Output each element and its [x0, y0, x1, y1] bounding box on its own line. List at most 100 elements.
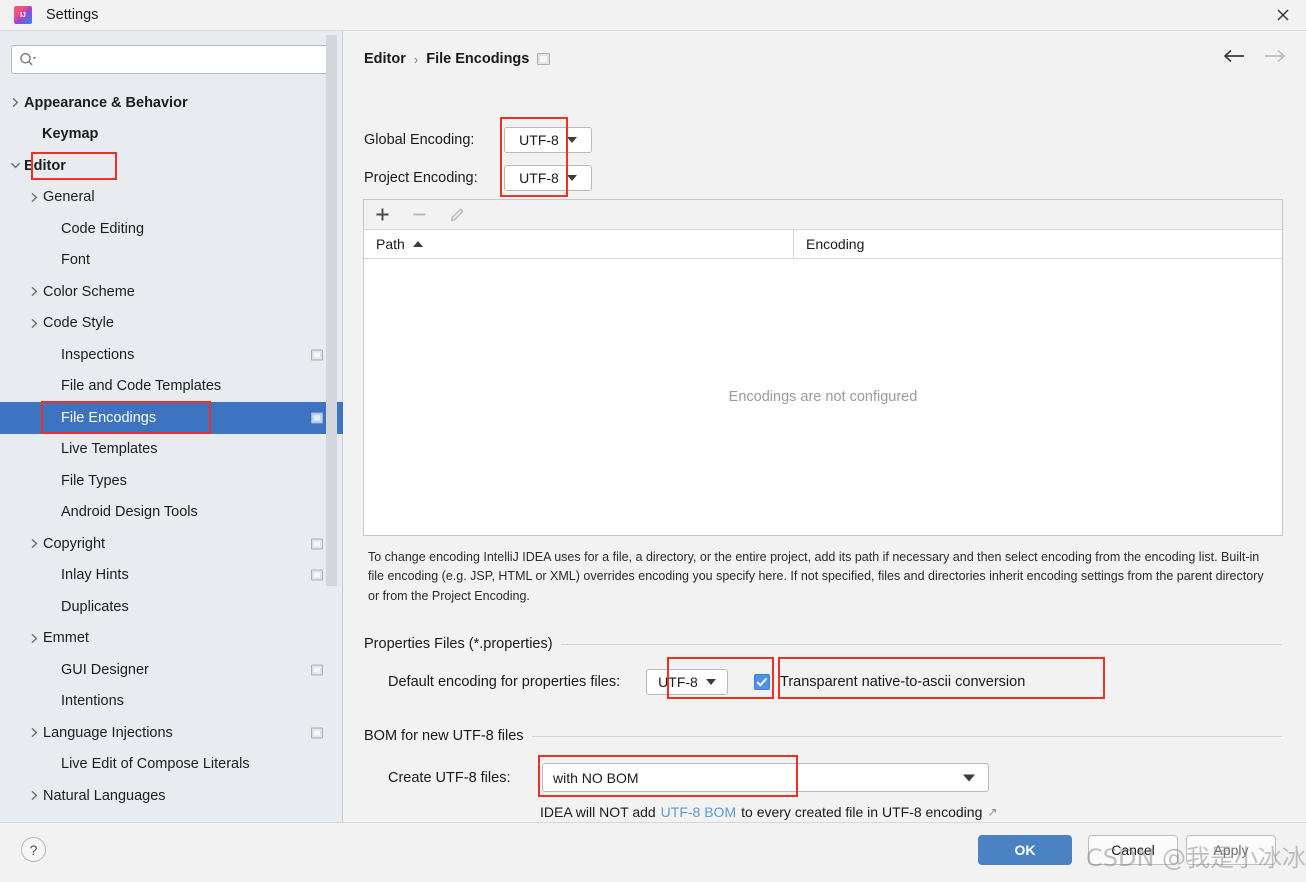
tree-indent-spacer: [43, 434, 61, 466]
sidebar-item-live-edit-of-compose-literals[interactable]: Live Edit of Compose Literals: [0, 749, 343, 781]
help-button[interactable]: ?: [21, 837, 46, 862]
tree-indent-spacer: [24, 119, 42, 151]
sidebar-item-code-editing[interactable]: Code Editing: [0, 213, 343, 245]
sidebar-item-emmet[interactable]: Emmet: [0, 623, 343, 655]
search-field-wrapper: [11, 45, 331, 74]
sidebar-item-appearance-behavior[interactable]: Appearance & Behavior: [0, 87, 343, 119]
bom-create-value: with NO BOM: [553, 770, 639, 786]
sidebar-item-natural-languages[interactable]: Natural Languages: [0, 780, 343, 812]
sidebar-item-label: Keymap: [42, 126, 98, 142]
sidebar-item-label: Live Edit of Compose Literals: [61, 756, 250, 772]
sidebar-item-inspections[interactable]: Inspections: [0, 339, 343, 371]
sidebar-item-label: Font: [61, 252, 90, 268]
project-scope-icon: [311, 349, 323, 360]
sidebar-item-general[interactable]: General: [0, 182, 343, 214]
tree-indent-spacer: [43, 339, 61, 371]
sort-ascending-icon: [413, 241, 423, 247]
sidebar-item-color-scheme[interactable]: Color Scheme: [0, 276, 343, 308]
arrow-left-icon[interactable]: [1223, 49, 1245, 68]
project-scope-icon: [311, 727, 323, 738]
sidebar-item-editor[interactable]: Editor: [0, 150, 343, 182]
table-empty-message: Encodings are not configured: [729, 389, 918, 405]
chevron-right-icon: [25, 623, 43, 655]
bom-note-suffix: to every created file in UTF-8 encoding: [741, 804, 982, 820]
column-header-encoding[interactable]: Encoding: [794, 236, 864, 252]
project-encoding-label: Project Encoding:: [364, 170, 504, 186]
properties-encoding-value: UTF-8: [658, 674, 698, 690]
sidebar-item-file-types[interactable]: File Types: [0, 465, 343, 497]
sidebar-item-label: GUI Designer: [61, 662, 149, 678]
column-header-encoding-label: Encoding: [806, 236, 864, 252]
global-encoding-value: UTF-8: [519, 132, 559, 148]
tree-indent-spacer: [43, 371, 61, 403]
global-encoding-row: Global Encoding: UTF-8: [364, 127, 592, 153]
sidebar-item-label: Duplicates: [61, 599, 129, 615]
sidebar-item-file-and-code-templates[interactable]: File and Code Templates: [0, 371, 343, 403]
sidebar-item-label: Inlay Hints: [61, 567, 129, 583]
bom-create-combo[interactable]: with NO BOM: [542, 763, 989, 792]
sidebar-item-label: General: [43, 189, 95, 205]
sidebar-item-code-style[interactable]: Code Style: [0, 308, 343, 340]
sidebar-item-duplicates[interactable]: Duplicates: [0, 591, 343, 623]
breadcrumb-root[interactable]: Editor: [364, 51, 406, 67]
bom-note: IDEA will NOT add UTF-8 BOM to every cre…: [540, 804, 997, 820]
column-header-path[interactable]: Path: [364, 230, 794, 258]
cancel-button[interactable]: Cancel: [1088, 835, 1178, 865]
sidebar-item-label: Emmet: [43, 630, 89, 646]
sidebar-item-label: Natural Languages: [43, 788, 166, 804]
global-encoding-combo[interactable]: UTF-8: [504, 127, 592, 153]
sidebar-item-label: Copyright: [43, 536, 105, 552]
title-bar: Settings: [0, 0, 1306, 31]
sidebar-item-file-encodings[interactable]: File Encodings: [0, 402, 343, 434]
plus-icon[interactable]: [375, 207, 390, 222]
sidebar-item-keymap[interactable]: Keymap: [0, 119, 343, 151]
dialog-footer: ? OK Cancel Apply: [0, 822, 1306, 882]
external-link-icon: ↗: [987, 805, 997, 819]
table-toolbar: [364, 200, 1282, 230]
bom-note-prefix: IDEA will NOT add: [540, 804, 656, 820]
transparent-conversion-checkbox[interactable]: [754, 674, 770, 690]
chevron-right-icon: [25, 308, 43, 340]
bom-note-link[interactable]: UTF-8 BOM: [661, 804, 736, 820]
tree-indent-spacer: [43, 497, 61, 529]
sidebar-item-copyright[interactable]: Copyright: [0, 528, 343, 560]
sidebar-item-label: File Encodings: [61, 410, 156, 426]
search-input[interactable]: [11, 45, 331, 74]
sidebar-item-language-injections[interactable]: Language Injections: [0, 717, 343, 749]
project-scope-icon: [311, 412, 323, 423]
apply-button[interactable]: Apply: [1186, 835, 1276, 865]
sidebar-item-inlay-hints[interactable]: Inlay Hints: [0, 560, 343, 592]
chevron-right-icon: [25, 528, 43, 560]
minus-icon: [412, 207, 427, 222]
tree-indent-spacer: [43, 654, 61, 686]
tree-indent-spacer: [43, 402, 61, 434]
properties-encoding-combo[interactable]: UTF-8: [646, 669, 728, 695]
sidebar-scrollbar[interactable]: [326, 35, 337, 586]
close-icon[interactable]: [1260, 0, 1306, 30]
breadcrumb-separator: ›: [414, 52, 418, 67]
sidebar-item-font[interactable]: Font: [0, 245, 343, 277]
sidebar-item-android-design-tools[interactable]: Android Design Tools: [0, 497, 343, 529]
sidebar-item-label: Code Editing: [61, 221, 144, 237]
chevron-down-icon: [706, 679, 716, 685]
bom-section-title: BOM for new UTF-8 files: [364, 728, 532, 744]
project-encoding-value: UTF-8: [519, 170, 559, 186]
chevron-right-icon: [25, 717, 43, 749]
project-scope-icon: [537, 53, 550, 65]
tree-indent-spacer: [43, 686, 61, 718]
sidebar-item-intentions[interactable]: Intentions: [0, 686, 343, 718]
project-encoding-combo[interactable]: UTF-8: [504, 165, 592, 191]
breadcrumb: Editor › File Encodings: [364, 51, 550, 67]
table-body: Encodings are not configured: [364, 259, 1282, 534]
arrow-right-icon[interactable]: [1264, 49, 1286, 68]
transparent-conversion-label[interactable]: Transparent native-to-ascii conversion: [780, 674, 1025, 690]
chevron-right-icon: [6, 87, 24, 119]
sidebar-item-gui-designer[interactable]: GUI Designer: [0, 654, 343, 686]
sidebar-item-live-templates[interactable]: Live Templates: [0, 434, 343, 466]
sidebar-item-label: Appearance & Behavior: [24, 95, 188, 111]
window-title: Settings: [46, 7, 98, 23]
ok-button[interactable]: OK: [978, 835, 1072, 865]
settings-dialog: Settings Appearance & Behavior Keymap Edit…: [0, 0, 1306, 882]
project-encoding-row: Project Encoding: UTF-8: [364, 165, 592, 191]
settings-tree[interactable]: Appearance & Behavior Keymap Editor General…: [0, 87, 343, 822]
